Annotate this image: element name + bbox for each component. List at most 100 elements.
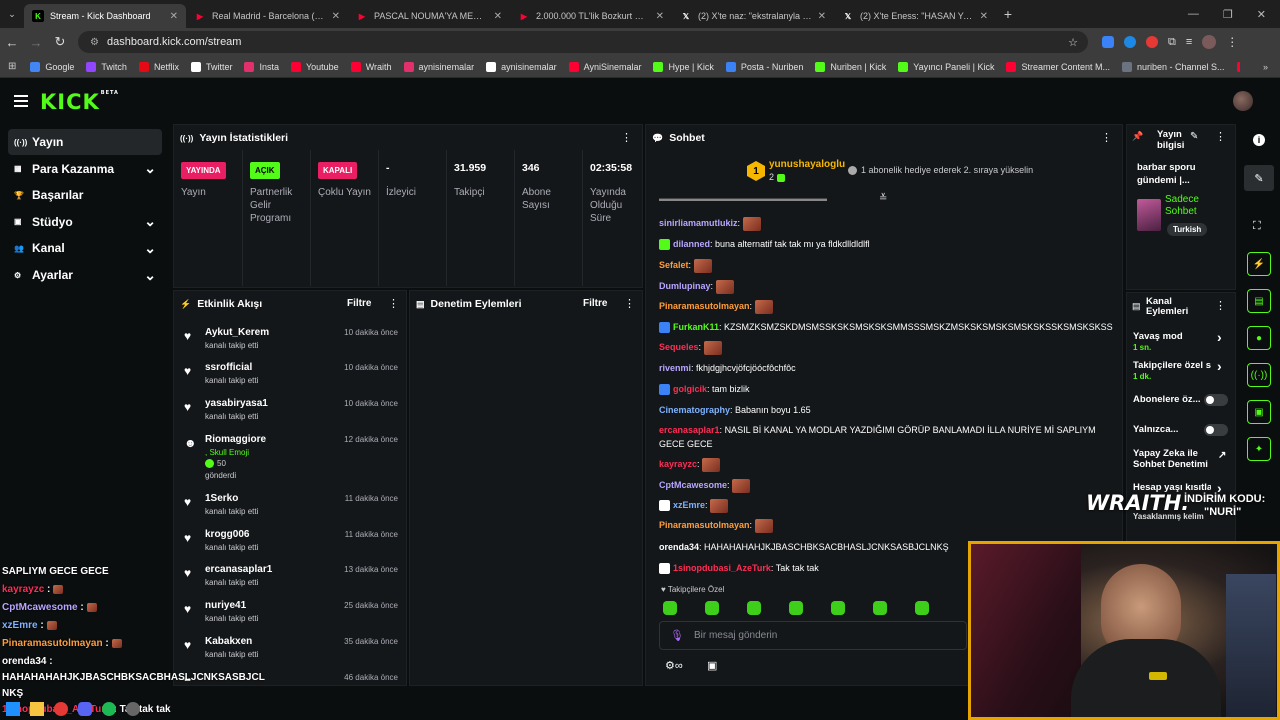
- activity-username[interactable]: 1Serko: [205, 493, 238, 504]
- user-avatar[interactable]: [1233, 91, 1253, 111]
- url-omnibox[interactable]: ⚙ dashboard.kick.com/stream ☆: [78, 31, 1088, 53]
- tab-close-icon[interactable]: ✕: [494, 11, 502, 22]
- bookmark-item[interactable]: Posta - Nuriben: [725, 61, 803, 72]
- chat-username[interactable]: 1sinopdubasi_AzeTurk: [673, 563, 771, 573]
- discord-icon[interactable]: [78, 701, 92, 716]
- quick-emote-icon[interactable]: [915, 601, 929, 615]
- bookmark-item[interactable]: Youtube: [290, 61, 339, 72]
- chat-username[interactable]: orenda34: [659, 542, 699, 552]
- activity-username[interactable]: ssrofficial: [205, 362, 252, 373]
- chat-username[interactable]: Pinaramasutolmayan: [659, 520, 750, 530]
- bookmark-item[interactable]: Netflix: [138, 61, 179, 72]
- info-menu-icon[interactable]: ⋮: [1215, 130, 1226, 143]
- chevron-right-icon[interactable]: ›: [1217, 358, 1222, 374]
- activity-filter-button[interactable]: Filtre: [347, 298, 371, 309]
- activity-username[interactable]: ercanasaplar1: [205, 564, 272, 575]
- bookmark-item[interactable]: Hype | Kick: [653, 61, 714, 72]
- chat-username[interactable]: Sefalet: [659, 260, 689, 270]
- bookmark-item[interactable]: Insta: [244, 61, 279, 72]
- stats-menu-icon[interactable]: ⋮: [621, 131, 632, 144]
- extension-shield-icon[interactable]: [1102, 36, 1114, 48]
- channel-action-item[interactable]: Yalnızca...: [1133, 424, 1229, 436]
- bookmark-item[interactable]: aynisinemalar: [403, 61, 474, 72]
- toggle-switch[interactable]: [1204, 424, 1228, 436]
- browser-tab[interactable]: K Stream - Kick Dashboard ✕: [24, 4, 186, 28]
- back-icon[interactable]: ←: [0, 35, 24, 50]
- browser-tab[interactable]: ▶ Real Madrid - Barcelona (2-1) - ✕: [186, 4, 348, 28]
- tab-close-icon[interactable]: ✕: [170, 11, 178, 22]
- tab-close-icon[interactable]: ✕: [980, 11, 988, 22]
- bookmark-item[interactable]: aynisinemalar: [486, 61, 557, 72]
- bookmark-item[interactable]: nuriben - Channel S...: [1122, 61, 1225, 72]
- site-info-icon[interactable]: ⚙: [90, 37, 99, 48]
- chat-username[interactable]: FurkanK11: [673, 322, 719, 332]
- channel-action-item[interactable]: Abonelere öz...: [1133, 394, 1229, 406]
- obs-icon[interactable]: [126, 701, 140, 716]
- bookmark-item[interactable]: Yayıncı Paneli | Kick: [898, 61, 994, 72]
- sidebar-item[interactable]: ▦ Para Kazanma ⌄: [8, 156, 162, 182]
- sidebar-item[interactable]: 🏆 Başarılar: [8, 182, 162, 208]
- activity-username[interactable]: Kabakxen: [205, 636, 252, 647]
- tab-close-icon[interactable]: ✕: [656, 11, 664, 22]
- store-icon[interactable]: ▣: [707, 659, 717, 672]
- browser-tab[interactable]: ▶ PASCAL NOUMA'YA MEYDAN ✕: [348, 4, 510, 28]
- moderation-menu-icon[interactable]: ⋮: [624, 297, 635, 310]
- close-window-icon[interactable]: ✕: [1257, 8, 1266, 21]
- media-controls-icon[interactable]: ≡: [1186, 36, 1192, 48]
- chevron-right-icon[interactable]: ›: [1217, 329, 1222, 345]
- channel-action-item[interactable]: Yapay Zeka ile Sohbet Denetimi ↗: [1133, 448, 1229, 470]
- tab-close-icon[interactable]: ✕: [332, 11, 340, 22]
- sidebar-item[interactable]: ▣ Stüdyo ⌄: [8, 209, 162, 235]
- chat-settings-icon[interactable]: ⚙∞: [665, 659, 683, 672]
- more-bookmarks-icon[interactable]: »: [1263, 62, 1268, 72]
- bookmark-star-icon[interactable]: ☆: [1068, 36, 1078, 49]
- rail-lightning-icon[interactable]: ⚡: [1247, 252, 1271, 276]
- bookmark-item[interactable]: Streamer Content M...: [1006, 61, 1110, 72]
- chevron-down-icon[interactable]: ⌄: [144, 213, 156, 230]
- chat-username[interactable]: CptMcawesome: [659, 480, 727, 490]
- rail-tools-icon[interactable]: ✦: [1247, 437, 1271, 461]
- restore-icon[interactable]: ❐: [1223, 8, 1233, 21]
- browser-tab[interactable]: ▶ 2.000.000 TL'lik Bozkurt Çiftliği ✕: [510, 4, 672, 28]
- chevron-down-icon[interactable]: ⌄: [144, 240, 156, 257]
- rail-panel-icon[interactable]: ▣: [1247, 400, 1271, 424]
- bookmark-item[interactable]: AyniSinemalar: [568, 61, 641, 72]
- external-link-icon[interactable]: ↗: [1218, 450, 1226, 461]
- edit-pencil-icon[interactable]: ✎: [1190, 131, 1198, 142]
- chat-username[interactable]: Cinematography: [659, 405, 730, 415]
- quick-emote-icon[interactable]: [663, 601, 677, 615]
- activity-menu-icon[interactable]: ⋮: [388, 297, 399, 310]
- toggle-switch[interactable]: [1204, 394, 1228, 406]
- minimize-icon[interactable]: —: [1188, 8, 1199, 21]
- chevron-down-icon[interactable]: ⌄: [144, 267, 156, 284]
- rail-broadcast-icon[interactable]: ((·)): [1247, 363, 1271, 387]
- channel-action-item[interactable]: Yavaş mod 1 sn. ›: [1133, 329, 1229, 352]
- bookmark-item[interactable]: Wraith: [350, 61, 392, 72]
- activity-username[interactable]: Aykut_Kerem: [205, 327, 269, 338]
- new-tab-button[interactable]: +: [996, 6, 1020, 22]
- bookmark-item[interactable]: Aynı Sinemalar - Ça...: [1236, 61, 1241, 72]
- hamburger-menu-icon[interactable]: [14, 95, 28, 107]
- sidebar-item[interactable]: ⚙ Ayarlar ⌄: [8, 262, 162, 288]
- profile-avatar-icon[interactable]: [1202, 35, 1217, 49]
- microphone-icon[interactable]: 🎙: [670, 629, 684, 642]
- chevron-down-icon[interactable]: ⌄: [144, 160, 156, 177]
- category-thumbnail[interactable]: [1137, 199, 1161, 231]
- sidebar-item[interactable]: ((·)) Yayın: [8, 129, 162, 155]
- chat-username[interactable]: golgicik: [673, 384, 707, 394]
- activity-username[interactable]: nuriye41: [205, 600, 246, 611]
- pinned-username[interactable]: yunushayaloglu: [769, 159, 845, 170]
- explorer-icon[interactable]: [30, 701, 44, 716]
- chat-username[interactable]: xzEmre: [673, 500, 705, 510]
- chat-username[interactable]: rivenmi: [659, 363, 691, 373]
- activity-username[interactable]: krogg006: [205, 529, 249, 540]
- forward-icon[interactable]: →: [24, 35, 48, 50]
- chat-input[interactable]: 🎙 Bir mesaj gönderin: [659, 621, 967, 650]
- activity-username[interactable]: yasabiryasa1: [205, 398, 268, 409]
- rail-chat-icon[interactable]: ●: [1247, 326, 1271, 350]
- sidebar-item[interactable]: 👥 Kanal ⌄: [8, 235, 162, 261]
- tab-close-icon[interactable]: ✕: [818, 11, 826, 22]
- expand-icon[interactable]: ⛶: [1253, 220, 1261, 233]
- extensions-puzzle-icon[interactable]: ⧉: [1168, 36, 1176, 49]
- bookmark-item[interactable]: Twitter: [190, 61, 232, 72]
